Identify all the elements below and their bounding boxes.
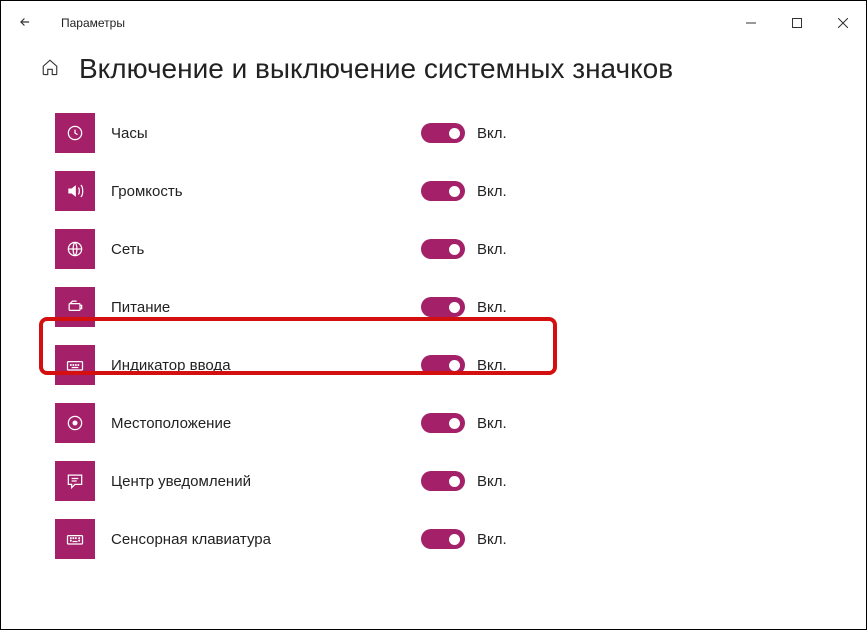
toggle-knob (449, 534, 460, 545)
location-icon (55, 403, 95, 443)
network-icon (55, 229, 95, 269)
window-controls (728, 7, 866, 39)
minimize-button[interactable] (728, 7, 774, 39)
toggle-state-label: Вкл. (477, 183, 507, 200)
input-indicator-icon (55, 345, 95, 385)
volume-icon (55, 171, 95, 211)
setting-row-touch-keyboard: Сенсорная клавиатура Вкл. (55, 519, 826, 559)
toggle-knob (449, 302, 460, 313)
toggle-state-label: Вкл. (477, 357, 507, 374)
toggle-power[interactable] (421, 297, 465, 317)
toggle-state-label: Вкл. (477, 531, 507, 548)
setting-label: Центр уведомлений (111, 473, 421, 490)
titlebar-left: Параметры (13, 15, 125, 32)
toggle-state-label: Вкл. (477, 241, 507, 258)
page-header: Включение и выключение системных значков (41, 53, 826, 85)
toggle-knob (449, 128, 460, 139)
toggle-knob (449, 418, 460, 429)
setting-label: Индикатор ввода (111, 357, 421, 374)
toggle-network[interactable] (421, 239, 465, 259)
toggle-knob (449, 476, 460, 487)
setting-row-volume: Громкость Вкл. (55, 171, 826, 211)
setting-label: Часы (111, 125, 421, 142)
toggle-state-label: Вкл. (477, 125, 507, 142)
toggle-state-label: Вкл. (477, 299, 507, 316)
clock-icon (55, 113, 95, 153)
setting-row-power: Питание Вкл. (55, 287, 826, 327)
toggle-location[interactable] (421, 413, 465, 433)
toggle-volume[interactable] (421, 181, 465, 201)
setting-label: Местоположение (111, 415, 421, 432)
settings-list: Часы Вкл. Громкость Вкл. Сеть Вкл. Питание Вкл.… (41, 113, 826, 559)
back-button[interactable] (13, 15, 37, 32)
setting-row-input-indicator: Индикатор ввода Вкл. (55, 345, 826, 385)
setting-label: Сеть (111, 241, 421, 258)
toggle-state-label: Вкл. (477, 415, 507, 432)
close-button[interactable] (820, 7, 866, 39)
setting-row-network: Сеть Вкл. (55, 229, 826, 269)
action-center-icon (55, 461, 95, 501)
content-area: Включение и выключение системных значков… (1, 45, 866, 559)
setting-label: Питание (111, 299, 421, 316)
toggle-touch-keyboard[interactable] (421, 529, 465, 549)
toggle-knob (449, 360, 460, 371)
titlebar: Параметры (1, 1, 866, 45)
toggle-clock[interactable] (421, 123, 465, 143)
toggle-knob (449, 244, 460, 255)
setting-label: Сенсорная клавиатура (111, 531, 421, 548)
home-icon[interactable] (41, 58, 59, 81)
setting-label: Громкость (111, 183, 421, 200)
setting-row-action-center: Центр уведомлений Вкл. (55, 461, 826, 501)
setting-row-location: Местоположение Вкл. (55, 403, 826, 443)
toggle-knob (449, 186, 460, 197)
maximize-button[interactable] (774, 7, 820, 39)
setting-row-clock: Часы Вкл. (55, 113, 826, 153)
toggle-input-indicator[interactable] (421, 355, 465, 375)
touch-keyboard-icon (55, 519, 95, 559)
power-icon (55, 287, 95, 327)
toggle-action-center[interactable] (421, 471, 465, 491)
toggle-state-label: Вкл. (477, 473, 507, 490)
app-title: Параметры (61, 16, 125, 30)
page-title: Включение и выключение системных значков (79, 53, 673, 85)
